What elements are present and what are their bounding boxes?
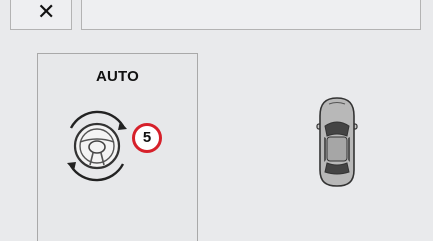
top-bar: ✕ [0, 0, 433, 30]
auto-mode-tile[interactable]: AUTO 5 [37, 53, 198, 241]
close-icon: ✕ [37, 0, 56, 24]
close-button[interactable]: ✕ [10, 0, 72, 30]
screen: ✕ AUTO 5 [0, 0, 433, 241]
auto-label: AUTO [95, 68, 140, 85]
number-badge: 5 [132, 123, 162, 153]
car-top-view-icon [316, 97, 358, 187]
steering-wheel-auto-rotate-icon [67, 110, 127, 182]
top-field[interactable] [81, 0, 421, 30]
